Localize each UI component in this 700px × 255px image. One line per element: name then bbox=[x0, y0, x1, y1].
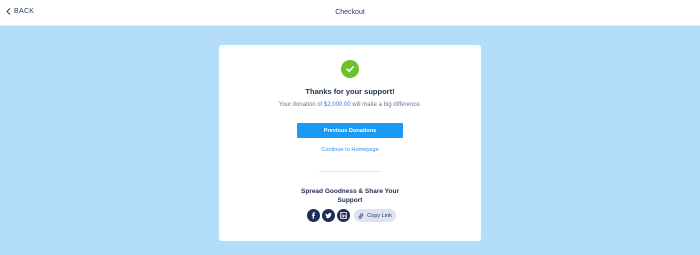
donation-message-suffix: will make a big difference. bbox=[350, 102, 422, 108]
top-bar: BACK Checkout bbox=[0, 0, 700, 26]
previous-donations-button[interactable]: Previous Donations bbox=[297, 123, 403, 138]
facebook-icon bbox=[311, 212, 316, 219]
continue-to-homepage-link[interactable]: Continue to Homepage bbox=[219, 147, 481, 153]
twitter-share-button[interactable] bbox=[322, 209, 335, 222]
share-title: Spread Goodness & Share Your Support bbox=[300, 188, 399, 204]
twitter-icon bbox=[325, 212, 332, 219]
copy-link-label: Copy Link bbox=[367, 212, 392, 219]
confirmation-card: Thanks for your support! Your donation o… bbox=[219, 45, 481, 241]
donation-amount: $2,000.00 bbox=[323, 102, 351, 108]
divider bbox=[319, 171, 381, 172]
facebook-share-button[interactable] bbox=[307, 209, 320, 222]
donation-message-prefix: Your donation of bbox=[278, 102, 324, 108]
link-icon bbox=[358, 212, 364, 219]
linkedin-share-button[interactable] bbox=[337, 209, 350, 222]
linkedin-icon bbox=[340, 212, 347, 219]
thank-you-heading: Thanks for your support! bbox=[305, 87, 395, 96]
copy-link-button[interactable]: Copy Link bbox=[354, 209, 396, 222]
donation-message: Your donation of $2,000.00 will make a b… bbox=[219, 102, 481, 108]
success-check-icon bbox=[341, 60, 359, 78]
page-title: Checkout bbox=[335, 9, 365, 16]
